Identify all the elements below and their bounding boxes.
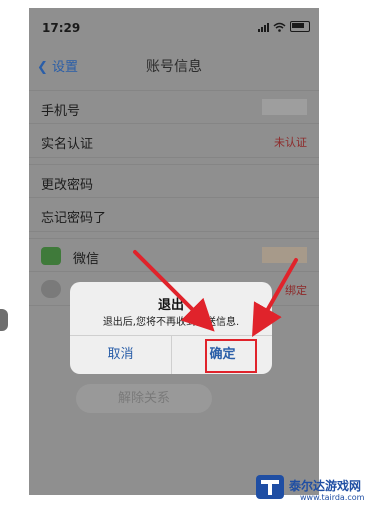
row-forgot-password[interactable]: 忘记密码了 [29,198,319,232]
watermark-logo-icon [256,475,284,499]
weibo-icon [41,280,61,298]
status-icons [258,21,310,32]
battery-icon [290,21,310,32]
status-bar: 17:29 [29,8,319,46]
realname-status: 未认证 [274,136,307,149]
wechat-account-redacted [262,247,307,263]
row-wechat[interactable]: 微信 [29,238,319,272]
status-time: 17:29 [42,21,81,35]
nav-bar: ❮ 设置 账号信息 [29,46,319,82]
confirm-highlight-box [205,339,257,373]
row-label: 忘记密码了 [41,211,107,226]
row-label: 微信 [73,252,100,267]
row-label: 更改密码 [41,178,94,193]
watermark-text: 泰尔达游戏网 [289,479,362,493]
row-change-password[interactable]: 更改密码 [29,164,319,198]
cancel-button[interactable]: 取消 [70,335,171,374]
wechat-icon [41,247,61,265]
watermark-url: www.tairda.com [300,493,365,502]
unbind-button[interactable]: 解除关系 [76,384,212,413]
site-watermark: 泰尔达游戏网 www.tairda.com [252,467,374,507]
wifi-icon [273,22,286,32]
phone-number-redacted [262,99,307,115]
page-title: 账号信息 [146,59,202,75]
dialog-message: 退出后,您将不再收到推送信息. [102,317,240,328]
row-label: 手机号 [41,104,81,119]
signal-icon [258,22,269,32]
dialog-title: 退出 [157,298,184,313]
phone-screen: 17:29 ❮ 设置 账号信息 手机号 实名认证 未认证 更改密码 忘记密码了 … [29,8,319,495]
weibo-bind-status[interactable]: 绑定 [285,282,307,298]
row-realname[interactable]: 实名认证 未认证 [29,124,319,158]
side-tab-handle [0,309,8,331]
row-label: 实名认证 [41,137,94,152]
row-phone[interactable]: 手机号 [29,90,319,124]
